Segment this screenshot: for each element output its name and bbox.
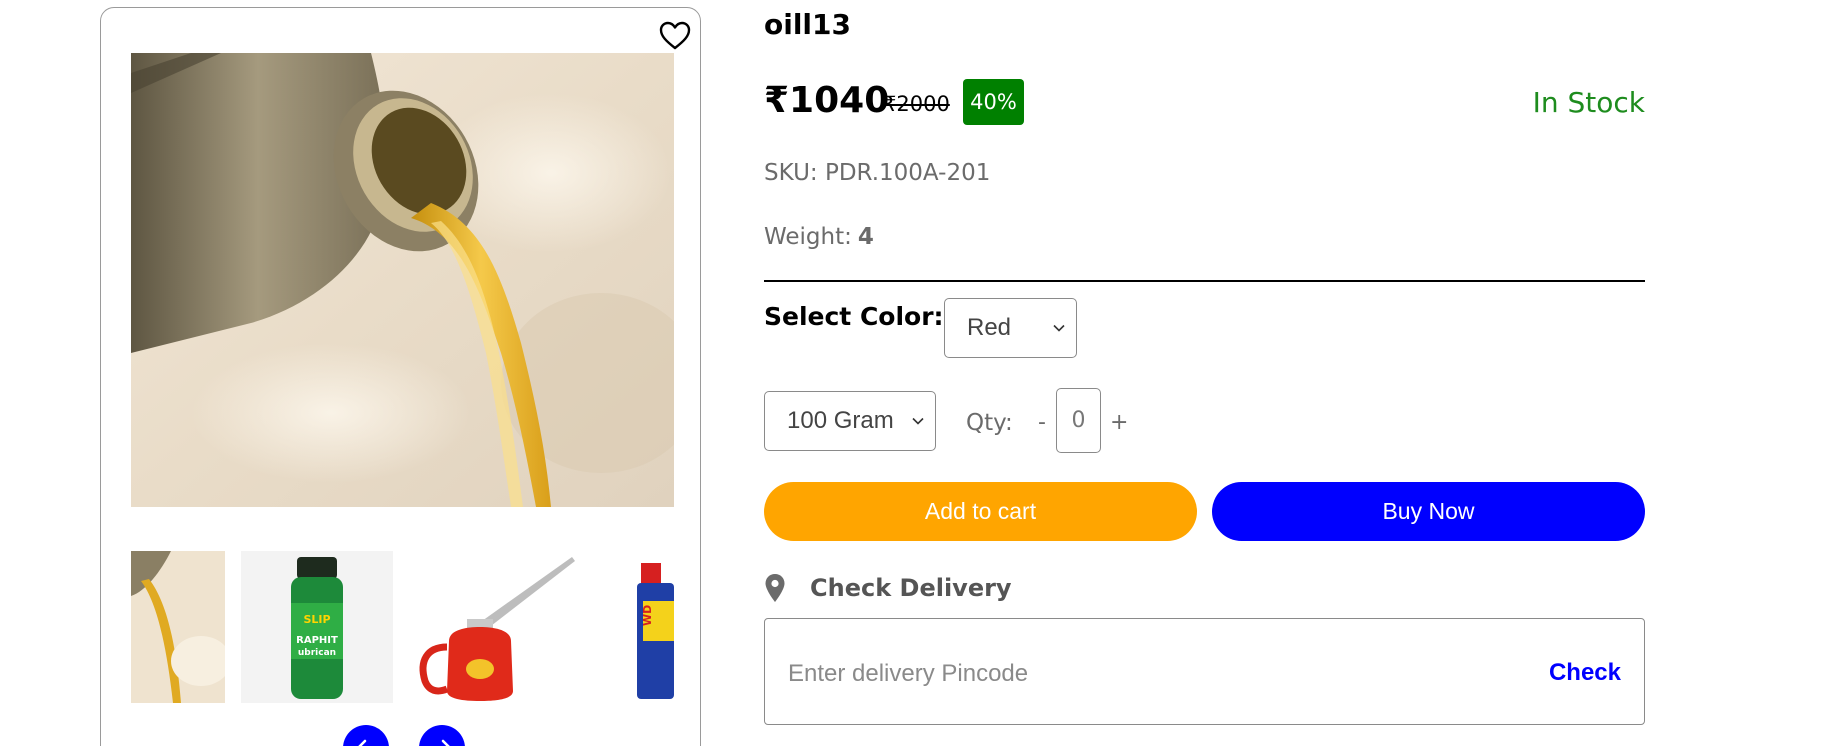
add-to-cart-button[interactable]: Add to cart (764, 482, 1197, 541)
product-weight: Weight: 4 (764, 224, 874, 250)
svg-text:RAPHIT: RAPHIT (296, 635, 338, 646)
qty-input[interactable]: 0 (1056, 388, 1101, 453)
svg-text:ubrican: ubrican (298, 648, 336, 658)
check-delivery-label: Check Delivery (810, 574, 1012, 602)
product-sku: SKU: PDR.100A-201 (764, 160, 991, 186)
weight-label: Weight: (764, 224, 852, 250)
chevron-down-icon (912, 417, 924, 425)
check-delivery-heading: Check Delivery (764, 573, 1012, 603)
pincode-field[interactable]: Enter delivery Pincode Check (764, 618, 1645, 725)
pincode-input[interactable]: Enter delivery Pincode (788, 660, 1028, 688)
arrow-left-icon[interactable] (343, 725, 389, 746)
qty-decrement-button[interactable]: - (1038, 410, 1046, 435)
color-select-value: Red (967, 314, 1012, 341)
thumbnail-oil-pour[interactable] (131, 551, 225, 703)
map-pin-icon (765, 574, 785, 602)
qty-increment-button[interactable]: + (1110, 410, 1128, 435)
thumbnail-slip-graphite-lubricant[interactable]: SLIP RAPHIT ubrican (241, 551, 393, 703)
thumbnail-wd-40[interactable]: WD (591, 551, 674, 703)
stock-status: In Stock (1532, 86, 1645, 119)
chevron-down-icon (1053, 324, 1065, 332)
svg-text:SLIP: SLIP (303, 613, 330, 626)
product-title: oill13 (764, 8, 851, 41)
select-color-label: Select Color: (764, 302, 944, 331)
thumbnail-strip: SLIP RAPHIT ubrican WD (131, 551, 674, 703)
size-select-value: 100 Gram (787, 407, 894, 434)
product-gallery: SLIP RAPHIT ubrican WD (100, 7, 701, 746)
original-price: ₹2000 (883, 92, 950, 116)
qty-label: Qty: (966, 410, 1013, 436)
size-select[interactable]: 100 Gram (764, 391, 936, 451)
check-button[interactable]: Check (1549, 659, 1621, 687)
product-price: ₹1040 (764, 80, 890, 121)
divider (764, 280, 1645, 282)
heart-icon[interactable] (658, 19, 692, 53)
svg-text:WD: WD (641, 605, 654, 626)
product-page: SLIP RAPHIT ubrican WD oill13 ₹1040 ₹200… (0, 0, 1826, 746)
arrow-right-icon[interactable] (419, 725, 465, 746)
discount-badge: 40% (963, 79, 1024, 125)
main-product-image[interactable] (131, 53, 674, 507)
buy-now-button[interactable]: Buy Now (1212, 482, 1645, 541)
weight-value: 4 (857, 224, 874, 250)
color-select[interactable]: Red (944, 298, 1077, 358)
thumbnail-oil-can[interactable] (407, 551, 577, 703)
